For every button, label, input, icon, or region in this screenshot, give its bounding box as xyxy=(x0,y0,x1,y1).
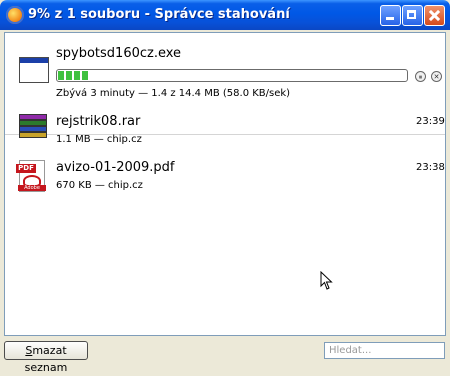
download-status: Zbývá 3 minuty — 1.4 z 14.4 MB (58.0 KB/… xyxy=(56,88,291,99)
download-filename: rejstrik08.rar xyxy=(56,114,141,129)
mouse-cursor-icon xyxy=(320,271,333,290)
download-status: 1.1 MB — chip.cz xyxy=(56,134,142,145)
rar-archive-icon xyxy=(19,114,49,144)
pdf-document-icon: PDF Adobe xyxy=(16,160,46,192)
download-manager-window: 9% z 1 souboru - Správce stahování spybo… xyxy=(0,0,450,374)
clear-list-button[interactable]: Smazat seznam xyxy=(4,341,88,374)
download-item-rar[interactable]: rejstrik08.rar 1.1 MB — chip.cz 23:39 xyxy=(5,108,445,152)
adobe-brand: Adobe xyxy=(18,185,46,191)
pdf-badge: PDF xyxy=(16,164,36,173)
minimize-button[interactable] xyxy=(380,5,401,26)
exe-window-icon xyxy=(19,57,49,83)
firefox-icon xyxy=(6,6,24,24)
download-filename: spybotsd160cz.exe xyxy=(56,46,182,61)
clear-list-label: mazat seznam xyxy=(24,344,68,374)
download-time: 23:39 xyxy=(416,116,445,127)
search-input[interactable] xyxy=(324,342,445,359)
download-time: 23:38 xyxy=(416,162,445,173)
download-status: 670 KB — chip.cz xyxy=(56,180,143,191)
download-item-pdf[interactable]: PDF Adobe avizo-01-2009.pdf 670 KB — chi… xyxy=(5,154,445,198)
cancel-icon[interactable]: ✕ xyxy=(431,71,442,82)
window-title: 9% z 1 souboru - Správce stahování xyxy=(28,7,290,22)
download-progress-bar xyxy=(56,69,408,82)
downloads-list[interactable]: spybotsd160cz.exe ⏸ ✕ Zbývá 3 minuty — 1… xyxy=(4,32,446,336)
title-bar[interactable]: 9% z 1 souboru - Správce stahování xyxy=(0,0,450,30)
download-filename: avizo-01-2009.pdf xyxy=(56,160,175,175)
progress-fill xyxy=(58,71,90,80)
pause-icon[interactable]: ⏸ xyxy=(415,71,426,82)
close-button[interactable] xyxy=(424,5,445,26)
maximize-button[interactable] xyxy=(402,5,423,26)
